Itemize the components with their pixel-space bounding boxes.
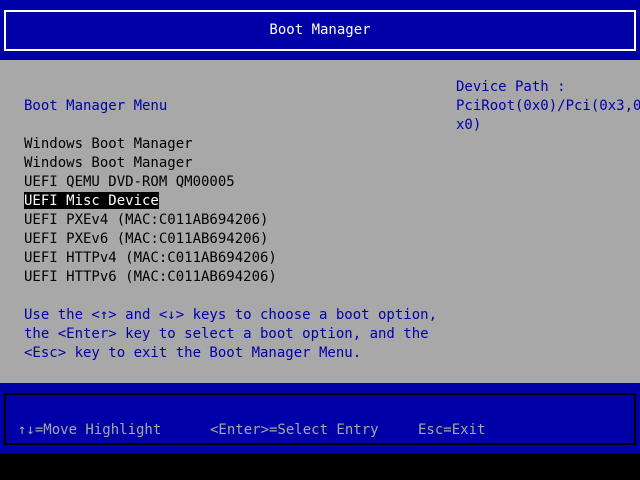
- bottom-margin: [0, 453, 640, 480]
- boot-option-label: Windows Boot Manager: [24, 136, 193, 152]
- page-title: Boot Manager: [269, 22, 371, 38]
- key-help-frame: ↑↓=Move Highlight <Enter>=Select Entry E…: [4, 393, 636, 445]
- boot-option-label: UEFI PXEv4 (MAC:C011AB694206): [24, 212, 269, 228]
- boot-option[interactable]: UEFI QEMU DVD-ROM QM00005: [24, 173, 277, 192]
- boot-option-label: UEFI HTTPv4 (MAC:C011AB694206): [24, 250, 277, 266]
- boot-option[interactable]: UEFI PXEv4 (MAC:C011AB694206): [24, 211, 277, 230]
- device-path-value-cont: x0): [456, 117, 482, 133]
- boot-option[interactable]: UEFI HTTPv6 (MAC:C011AB694206): [24, 268, 277, 287]
- boot-option-label: UEFI Misc Device: [24, 192, 159, 209]
- boot-option[interactable]: UEFI HTTPv4 (MAC:C011AB694206): [24, 249, 277, 268]
- boot-option-list: Windows Boot Manager Windows Boot Manage…: [24, 135, 277, 287]
- main-panel: Boot Manager Menu Windows Boot Manager W…: [0, 60, 640, 383]
- help-line: the <Enter> key to select a boot option,…: [24, 326, 429, 342]
- device-path-label: Device Path :: [456, 79, 566, 95]
- device-path-value: PciRoot(0x0)/Pci(0x3,0: [456, 98, 640, 114]
- boot-option[interactable]: Windows Boot Manager: [24, 135, 277, 154]
- help-line: <Esc> key to exit the Boot Manager Menu.: [24, 345, 362, 361]
- move-highlight-hint: ↑↓=Move Highlight: [18, 422, 162, 438]
- boot-option-label: UEFI HTTPv6 (MAC:C011AB694206): [24, 269, 277, 285]
- key-hints: ↑↓=Move Highlight <Enter>=Select Entry E…: [6, 395, 634, 443]
- select-entry-hint: <Enter>=Select Entry: [210, 422, 379, 438]
- help-text: Use the <↑> and <↓> keys to choose a boo…: [24, 306, 437, 363]
- exit-hint: Esc=Exit: [418, 422, 486, 438]
- boot-option-label: Windows Boot Manager: [24, 155, 193, 171]
- boot-option[interactable]: UEFI PXEv6 (MAC:C011AB694206): [24, 230, 277, 249]
- title-frame: Boot Manager: [4, 10, 636, 51]
- help-line: Use the <↑> and <↓> keys to choose a boo…: [24, 307, 438, 323]
- boot-option-label: UEFI QEMU DVD-ROM QM00005: [24, 174, 235, 190]
- title-bar: Boot Manager: [0, 0, 640, 60]
- key-help-bar: ↑↓=Move Highlight <Enter>=Select Entry E…: [0, 383, 640, 453]
- boot-option[interactable]: Windows Boot Manager: [24, 154, 277, 173]
- boot-option[interactable]: UEFI Misc Device: [24, 192, 277, 211]
- menu-heading: Boot Manager Menu: [24, 98, 168, 114]
- boot-manager-screen: Boot Manager Boot Manager Menu Windows B…: [0, 0, 640, 480]
- device-path-panel: Device Path : PciRoot(0x0)/Pci(0x3,0 x0): [456, 78, 640, 135]
- boot-option-label: UEFI PXEv6 (MAC:C011AB694206): [24, 231, 269, 247]
